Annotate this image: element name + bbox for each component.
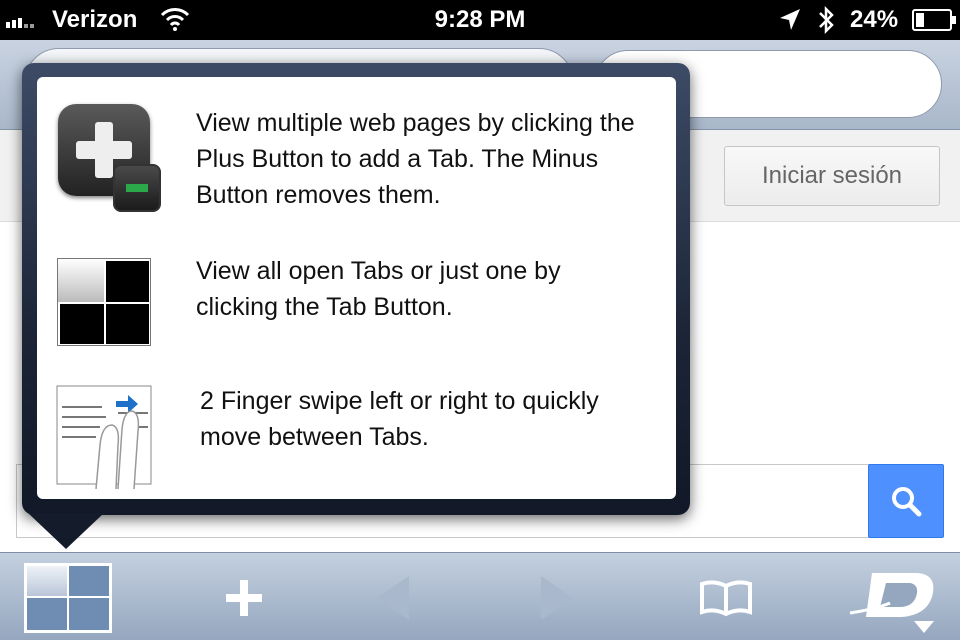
help-item-text: 2 Finger swipe left or right to quickly … bbox=[200, 387, 599, 451]
help-item-swipe: 2 Finger swipe left or right to quickly … bbox=[37, 377, 676, 489]
back-button[interactable] bbox=[368, 563, 418, 633]
dolphin-logo-icon bbox=[849, 573, 934, 633]
two-finger-swipe-icon bbox=[56, 385, 152, 489]
page-search-button[interactable] bbox=[868, 464, 944, 538]
battery-fill bbox=[916, 13, 924, 27]
help-item-tabs-add-remove: View multiple web pages by clicking the … bbox=[37, 77, 676, 235]
forward-button[interactable] bbox=[532, 563, 582, 633]
location-icon bbox=[780, 9, 800, 30]
book-icon bbox=[700, 580, 752, 617]
status-bar: Verizon 9:28 PM 24% bbox=[0, 0, 960, 40]
bluetooth-icon bbox=[819, 5, 834, 35]
help-item-text: View multiple web pages by clicking the … bbox=[196, 109, 635, 209]
bookmarks-button[interactable] bbox=[694, 563, 758, 633]
minus-icon bbox=[113, 164, 161, 212]
bottom-toolbar bbox=[0, 552, 960, 640]
tabs-grid-icon bbox=[57, 258, 151, 346]
back-arrow-icon bbox=[377, 576, 409, 620]
help-popover-content: View multiple web pages by clicking the … bbox=[37, 77, 676, 499]
search-icon bbox=[892, 487, 922, 517]
forward-arrow-icon bbox=[541, 576, 573, 620]
battery-percent: 24% bbox=[850, 6, 899, 33]
add-tab-button[interactable] bbox=[214, 563, 274, 633]
help-item-tab-button: View all open Tabs or just one by clicki… bbox=[37, 252, 676, 352]
login-button[interactable]: Iniciar sesión bbox=[724, 146, 940, 206]
battery-icon bbox=[912, 9, 956, 31]
help-item-text: View all open Tabs or just one by clicki… bbox=[196, 257, 561, 321]
tabs-button[interactable] bbox=[24, 563, 112, 633]
popover-arrow bbox=[28, 513, 104, 549]
app-menu-button[interactable] bbox=[846, 563, 942, 633]
plus-icon bbox=[226, 580, 262, 616]
